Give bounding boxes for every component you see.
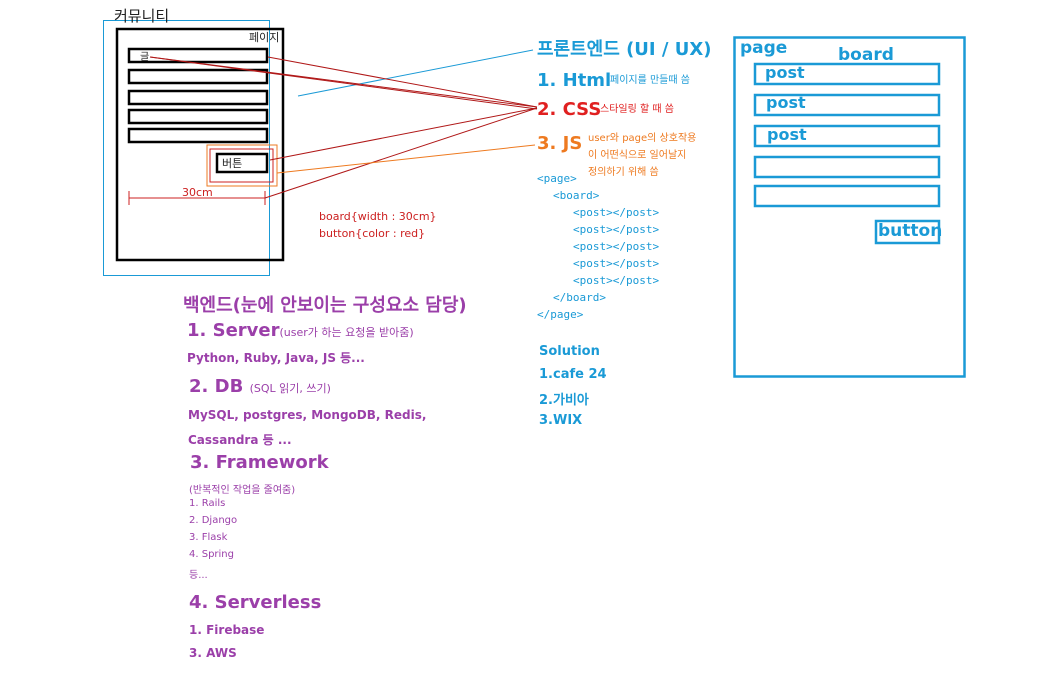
mockup-post-box (753, 184, 941, 208)
code-line: <post></post> (573, 223, 660, 236)
db-title: 2. DB (SQL 읽기, 쓰기) (189, 376, 331, 397)
mockup-page-label: page (740, 38, 788, 58)
post-bar (127, 89, 269, 106)
backend-heading: 백엔드(눈에 안보이는 구성요소 담당) (183, 295, 467, 316)
frontend-heading: 프론트엔드 (UI / UX) (537, 39, 712, 60)
db-paren: (SQL 읽기, 쓰기) (249, 382, 331, 395)
html-desc: 페이지를 만들때 씀 (610, 75, 690, 86)
code-line: </board> (553, 291, 606, 304)
code-line: <post></post> (573, 240, 660, 253)
js-desc-line2: 이 어떤식으로 일어날지 (588, 150, 687, 161)
framework-item: 4. Spring (189, 549, 234, 560)
js-connector (276, 144, 536, 174)
server-paren: (user가 하는 요청을 받아줌) (279, 326, 414, 339)
button-label: 버튼 (222, 157, 243, 170)
framework-item: 2. Django (189, 515, 238, 526)
db-examples-line2: Cassandra 등 ... (188, 433, 292, 447)
framework-title: 3. Framework (190, 452, 329, 473)
mockup-button-label: button (878, 221, 943, 241)
css-note-line1: board{width : 30cm} (319, 210, 437, 223)
css-note-line2: button{color : red} (319, 227, 426, 240)
post-bar (127, 47, 269, 64)
framework-item: 등... (189, 570, 208, 581)
css-desc: 스타일링 할 때 씀 (600, 104, 674, 115)
js-title: 3. JS (537, 133, 583, 154)
post-bar (127, 68, 269, 85)
solution-item: 3.WIX (539, 413, 583, 428)
css-connector (267, 56, 538, 108)
mockup-post-label: post (765, 63, 805, 82)
code-line: <post></post> (573, 206, 660, 219)
html-connector (297, 49, 534, 97)
solution-item: 2.가비아 (539, 393, 589, 408)
mockup-post-box (753, 155, 941, 179)
server-title: 1. Server(user가 하는 요청을 받아줌) (187, 320, 414, 341)
db-title-text: 2. DB (189, 376, 244, 397)
js-desc-line3: 정의하기 위해 씀 (588, 167, 659, 178)
js-desc-line1: user와 page의 상호작용 (588, 133, 697, 144)
page-label: 페이지 (249, 31, 280, 44)
solution-title: Solution (539, 344, 600, 359)
html-title: 1. Html (537, 70, 612, 91)
width-label: 30cm (182, 186, 213, 199)
mockup-board-label: board (838, 45, 894, 65)
framework-note: (반복적인 작업을 줄여줌) (189, 485, 296, 496)
framework-item: 3. Flask (189, 532, 228, 543)
post-label: 글 (140, 52, 150, 63)
code-line: <post></post> (573, 257, 660, 270)
serverless-item: 3. AWS (189, 646, 237, 660)
framework-item: 1. Rails (189, 498, 226, 509)
css-title: 2. CSS (537, 99, 602, 120)
mockup-post-label: post (767, 125, 807, 144)
connector-layer (103, 20, 966, 378)
code-line: <page> (537, 172, 577, 185)
post-bar (127, 127, 269, 144)
code-line: <board> (553, 189, 600, 202)
post-bar (127, 108, 269, 125)
server-examples: Python, Ruby, Java, JS 등... (187, 351, 365, 365)
serverless-title: 4. Serverless (189, 592, 322, 613)
db-examples-line1: MySQL, postgres, MongoDB, Redis, (188, 408, 427, 422)
code-line: </page> (537, 308, 584, 321)
serverless-item: 1. Firebase (189, 623, 265, 637)
mockup-post-label: post (766, 93, 806, 112)
solution-item: 1.cafe 24 (539, 367, 607, 382)
server-title-text: 1. Server (187, 320, 280, 341)
community-title: 커뮤니티 (114, 7, 170, 25)
code-line: <post></post> (573, 274, 660, 287)
